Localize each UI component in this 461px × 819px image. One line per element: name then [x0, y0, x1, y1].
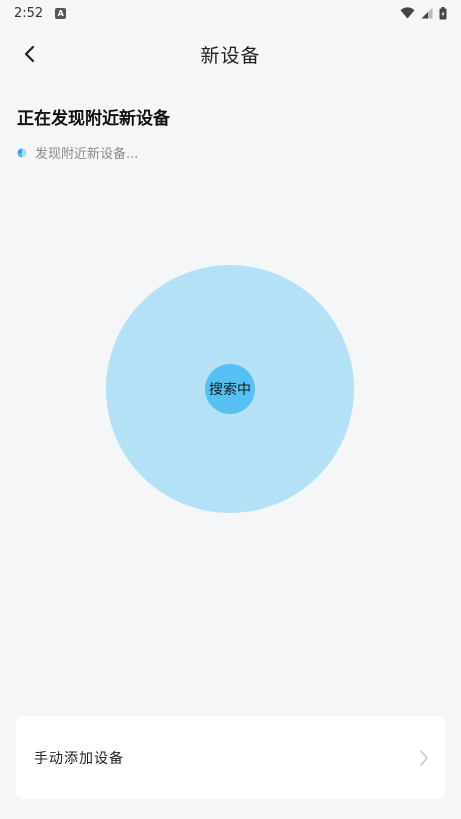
signal-icon: [421, 7, 433, 19]
searching-label: 搜索中: [209, 382, 251, 398]
chevron-left-icon: [24, 45, 35, 63]
scan-status: 发现附近新设备...: [17, 143, 138, 162]
manual-add-device-row[interactable]: 手动添加设备: [16, 716, 445, 799]
section-title: 正在发现附近新设备: [17, 109, 170, 129]
battery-icon: [439, 6, 447, 19]
status-time: 2:52: [14, 5, 44, 21]
screen: 2:52 A 新设备 正在发现附近新设备 发现附近新设备... 搜索中 手动添加…: [0, 0, 461, 819]
back-button[interactable]: [16, 40, 44, 68]
page-title: 新设备: [200, 44, 261, 67]
status-left: 2:52 A: [14, 5, 67, 21]
loading-spinner-icon: [17, 148, 27, 157]
manual-add-label: 手动添加设备: [34, 750, 124, 767]
status-bar: 2:52 A: [0, 0, 461, 26]
chevron-right-icon: [420, 749, 428, 766]
scan-status-text: 发现附近新设备...: [35, 147, 139, 162]
searching-button[interactable]: 搜索中: [205, 364, 255, 414]
wifi-icon: [400, 7, 415, 19]
a-icon: A: [55, 7, 67, 19]
status-right: [400, 6, 447, 20]
header: 新设备: [0, 30, 461, 78]
